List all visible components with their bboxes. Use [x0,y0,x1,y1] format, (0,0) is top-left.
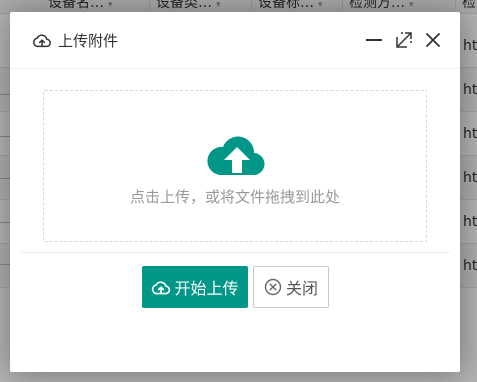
close-dialog-label: 关闭 [285,279,318,298]
dialog-title: 上传附件 [58,32,119,50]
upload-drop-zone[interactable]: 点击上传，或将文件拖拽到此处 [43,90,427,242]
upload-dialog: 上传附件 点击上传，或将文件拖拽到此处 开始上传 关闭 [10,12,460,372]
close-dialog-button[interactable]: 关闭 [253,266,329,308]
cloud-upload-icon [152,281,171,295]
drop-zone-hint: 点击上传，或将文件拖拽到此处 [129,188,340,206]
start-upload-label: 开始上传 [174,279,239,298]
cloud-upload-outline-icon [33,34,51,48]
footer-divider [20,252,450,253]
start-upload-button[interactable]: 开始上传 [142,266,248,308]
close-icon[interactable] [424,31,442,49]
maximize-icon[interactable] [395,31,413,49]
minimize-icon[interactable] [365,31,383,49]
dialog-title-bar[interactable]: 上传附件 [10,12,460,69]
cloud-upload-filled-icon [207,136,265,176]
circle-x-icon [264,278,282,296]
